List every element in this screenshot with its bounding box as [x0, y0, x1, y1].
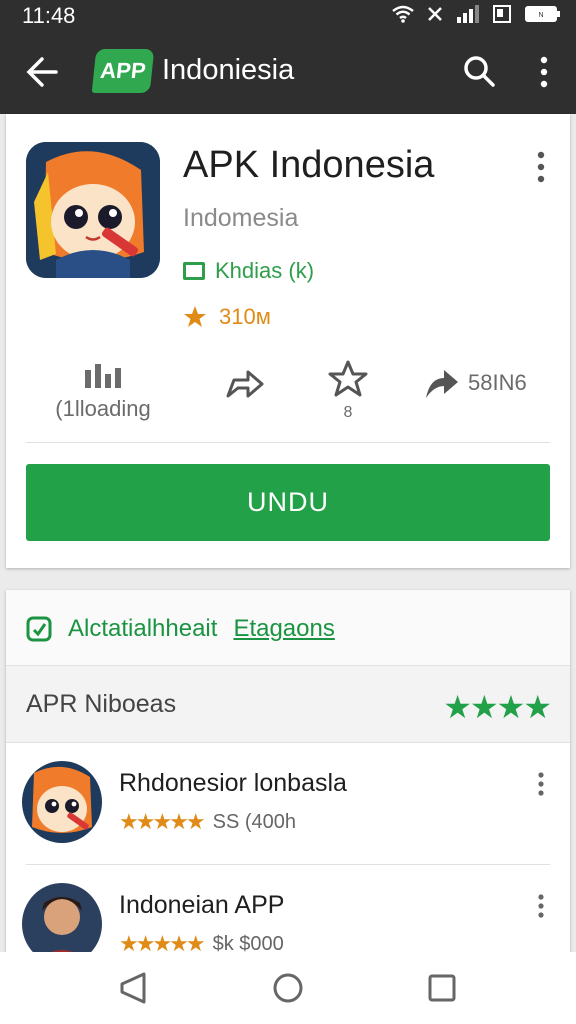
- data-icon: [428, 7, 442, 21]
- developer-name[interactable]: Indomesia: [183, 204, 298, 233]
- search-icon[interactable]: [462, 54, 496, 88]
- rating-row: 310м: [183, 304, 271, 330]
- stat-downloads-label: (1lloading: [55, 396, 151, 421]
- related-row: Alctatialhheait Etagaons: [26, 612, 335, 646]
- share-icon: [226, 370, 264, 398]
- signal-icon: [457, 5, 479, 23]
- stat-downloads: (1lloading: [48, 360, 158, 422]
- wifi-icon: [392, 5, 414, 23]
- store-logo[interactable]: APP: [91, 49, 155, 93]
- stat-share[interactable]: [214, 366, 274, 406]
- app-bar: APP Indoniesia: [0, 30, 576, 114]
- list-item-title: Rhdonesior lonbasla: [119, 769, 347, 797]
- related-label[interactable]: Alctatialhheait: [68, 615, 217, 643]
- list-item-meta: ★★★★★ SS (400h: [119, 809, 296, 835]
- list-item-stars: ★★★★★: [119, 809, 206, 834]
- recents-nav-icon[interactable]: [424, 970, 460, 1006]
- list-item-menu-icon[interactable]: [536, 893, 546, 919]
- back-nav-icon[interactable]: [116, 970, 152, 1006]
- status-bar: 11:48 N: [0, 0, 576, 30]
- stat-wishlist[interactable]: 8: [322, 360, 374, 422]
- svg-text:N: N: [538, 12, 543, 19]
- rating-value: 310м: [219, 304, 271, 329]
- check-badge-icon: [26, 616, 52, 642]
- sim-icon: [493, 5, 511, 23]
- list-item-title: Indoneian APP: [119, 891, 285, 919]
- category-icon: [183, 262, 205, 280]
- battery-icon: N: [525, 6, 560, 22]
- app-details-card: APK Indonesia Indomesia Khdias (k) 310м …: [6, 114, 570, 568]
- home-nav-icon[interactable]: [270, 970, 306, 1006]
- app-icon: [26, 142, 160, 278]
- divider: [26, 442, 550, 443]
- stat-send[interactable]: 58IN6: [424, 366, 544, 400]
- section-stars: ★★★★: [443, 689, 552, 725]
- back-arrow-icon[interactable]: [22, 52, 62, 92]
- list-item-icon: [22, 761, 102, 843]
- related-card: Alctatialhheait Etagaons APR Niboeas ★★★…: [6, 590, 570, 973]
- overflow-menu-icon[interactable]: [532, 54, 556, 90]
- status-time: 11:48: [22, 3, 76, 28]
- app-menu-icon[interactable]: [536, 150, 546, 184]
- install-button[interactable]: UNDU: [26, 464, 550, 541]
- forward-arrow-icon: [426, 370, 458, 398]
- downloads-icon: [85, 364, 121, 388]
- star-outline-icon: [328, 360, 368, 397]
- star-icon: [184, 306, 206, 327]
- status-icons: N: [392, 4, 562, 24]
- stat-wishlist-label: 8: [343, 404, 353, 421]
- list-item-menu-icon[interactable]: [536, 771, 546, 797]
- app-list: Rhdonesior lonbasla ★★★★★ SS (400h Indon…: [6, 743, 570, 973]
- related-link[interactable]: Etagaons: [233, 615, 334, 643]
- navigation-bar: [0, 952, 576, 1024]
- stats-row: (1lloading 8 58IN6: [6, 352, 570, 442]
- list-item[interactable]: Rhdonesior lonbasla ★★★★★ SS (400h: [6, 743, 570, 865]
- section-header: APR Niboeas ★★★★: [6, 665, 570, 743]
- appbar-title: Indoniesia: [162, 54, 295, 86]
- list-item-info: SS (400h: [212, 810, 297, 833]
- category-row[interactable]: Khdias (k): [183, 258, 314, 284]
- app-title: APK Indonesia: [183, 144, 435, 186]
- section-title: APR Niboeas: [26, 690, 177, 718]
- category-label: Khdias (k): [215, 258, 315, 283]
- stat-send-label: 58IN6: [468, 370, 527, 395]
